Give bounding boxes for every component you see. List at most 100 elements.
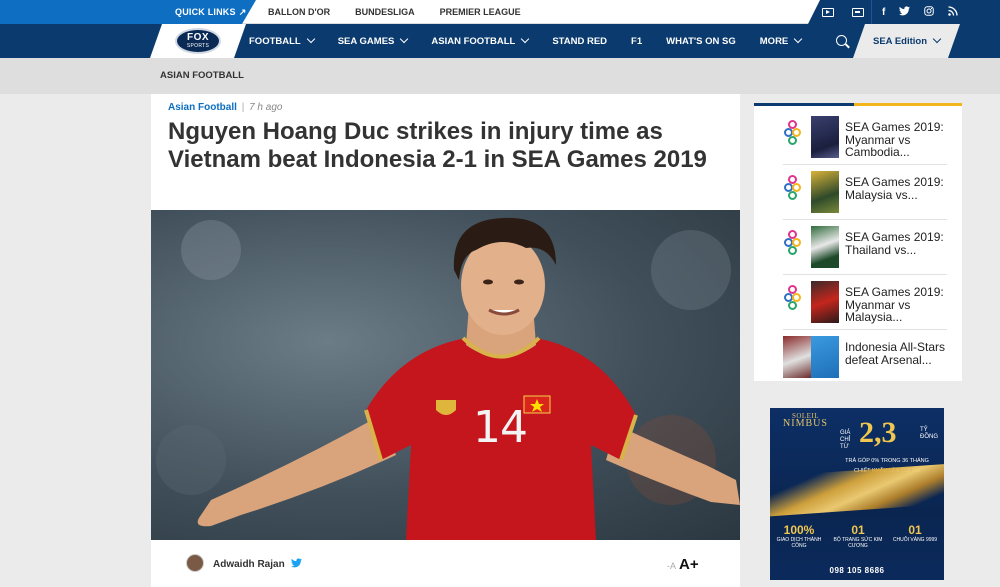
quick-link-premier-league[interactable]: PREMIER LEAGUE <box>440 7 521 17</box>
utility-right-panel: f <box>808 0 1000 24</box>
twitter-icon[interactable] <box>899 5 911 19</box>
nav-item-label: SEA GAMES <box>337 35 395 47</box>
breadcrumb[interactable]: ASIAN FOOTBALL <box>160 70 244 81</box>
decrease-font-button[interactable]: -A <box>667 561 676 571</box>
thumbnail <box>783 226 839 268</box>
sea-games-logo-icon <box>783 173 803 211</box>
twitter-icon[interactable] <box>291 558 302 571</box>
author-name[interactable]: Adwaidh Rajan <box>213 559 285 570</box>
ad-stat-value: 01 <box>851 523 865 537</box>
ad-stat-value: 100% <box>783 523 815 537</box>
article-category-link[interactable]: Asian Football <box>168 102 237 113</box>
jersey-number: 14 <box>473 402 528 453</box>
quick-link-ballon-dor[interactable]: BALLON D'OR <box>268 7 330 17</box>
ad-stat-value: 01 <box>908 523 922 537</box>
avatar <box>186 554 204 572</box>
related-articles-sidebar: SEA Games 2019: Myanmar vs Cambodia... S… <box>754 103 962 381</box>
list-item[interactable]: SEA Games 2019: Malaysia vs... <box>783 165 947 220</box>
thumbnail-photo <box>811 171 839 213</box>
facebook-icon[interactable]: f <box>882 7 885 18</box>
quick-link-bundesliga[interactable]: BUNDESLIGA <box>355 7 415 17</box>
nav-item-label: STAND RED <box>552 35 608 47</box>
thumbnail-photo <box>811 116 839 158</box>
ad-stat: 01 BỘ TRANG SỨC KIM CƯƠNG <box>832 523 884 550</box>
article-title: SEA Games 2019: Thailand vs... <box>845 230 944 257</box>
nav-item-stand-red[interactable]: STAND RED <box>552 36 607 47</box>
tv-icon[interactable] <box>852 7 864 17</box>
thumbnail <box>783 336 839 378</box>
thumbnail-photo <box>811 336 839 378</box>
gold-wave-decoration <box>770 463 944 517</box>
sea-games-logo-icon <box>783 283 803 321</box>
ad-price-unit: TỶ ĐỒNG <box>920 427 938 440</box>
thumbnail-photo <box>811 281 839 323</box>
list-item[interactable]: SEA Games 2019: Thailand vs... <box>783 220 947 275</box>
utility-bar: QUICK LINKS ↗ BALLON D'OR BUNDESLIGA PRE… <box>0 0 1000 24</box>
ad-price-label: GIÁ CHỈ TỪ <box>840 430 851 450</box>
thumbnail-photo <box>811 226 839 268</box>
article-title: SEA Games 2019: Malaysia vs... <box>845 175 944 202</box>
video-play-icon[interactable] <box>822 7 834 17</box>
nav-item-sea-games[interactable]: SEA GAMES <box>337 34 409 47</box>
ad-price: 2,3 <box>859 416 897 449</box>
section-header: ASIAN FOOTBALL <box>0 58 1000 94</box>
chevron-down-icon <box>521 34 530 44</box>
author-row: Adwaidh Rajan -A A+ <box>151 550 740 587</box>
font-size-controls: -A A+ <box>667 556 699 573</box>
fox-sports-logo-link[interactable]: FOX SPORTS <box>150 24 246 58</box>
footballer-celebration-illustration <box>156 217 740 540</box>
ad-stat-text: BỘ TRANG SỨC KIM CƯƠNG <box>833 537 883 549</box>
list-item[interactable]: Indonesia All-Stars defeat Arsenal... <box>783 330 947 385</box>
nav-item-label: WHAT'S ON SG <box>666 35 736 47</box>
quick-links-button[interactable]: QUICK LINKS ↗ <box>0 0 256 24</box>
list-item[interactable]: SEA Games 2019: Myanmar vs Malaysia... <box>783 275 947 330</box>
logo-fox-text: FOX <box>186 32 210 43</box>
edition-label: SEA Edition <box>873 35 928 47</box>
article-timestamp: 7 h ago <box>249 102 283 113</box>
ad-stat-text: CHUỖI VÀNG 9999 <box>892 537 938 543</box>
sea-games-logo-icon <box>783 228 803 266</box>
rss-icon[interactable] <box>948 5 958 19</box>
article-title: SEA Games 2019: Myanmar vs Cambodia... <box>845 120 944 159</box>
thumbnail <box>783 116 839 158</box>
nav-menu: FOOTBALL SEA GAMES ASIAN FOOTBALL STAND … <box>249 24 825 58</box>
logo-sports-text: SPORTS <box>186 43 210 49</box>
thumbnail-photo <box>783 336 811 378</box>
external-arrow-icon: ↗ <box>238 6 247 17</box>
chevron-down-icon <box>794 34 803 44</box>
thumbnail <box>783 171 839 213</box>
search-icon[interactable] <box>836 35 847 46</box>
meta-separator: | <box>241 102 245 113</box>
ad-stat: 01 CHUỖI VÀNG 9999 <box>890 523 940 544</box>
article: Asian Football | 7 h ago Nguyen Hoang Du… <box>151 94 740 587</box>
quick-links-label: QUICK LINKS <box>175 7 236 17</box>
chevron-down-icon <box>932 34 942 44</box>
increase-font-button[interactable]: A+ <box>679 556 699 573</box>
ad-stat: 100% GIAO DỊCH THÀNH CÔNG <box>774 523 824 550</box>
edition-selector[interactable]: SEA Edition <box>853 24 960 58</box>
nav-item-more[interactable]: MORE <box>759 34 803 47</box>
nav-item-label: MORE <box>759 35 789 47</box>
nav-item-label: F1 <box>631 35 643 47</box>
nav-item-label: FOOTBALL <box>249 35 301 47</box>
quick-links-list: BALLON D'OR BUNDESLIGA PREMIER LEAGUE <box>268 0 521 24</box>
instagram-icon[interactable] <box>924 5 935 19</box>
article-title: Indonesia All-Stars defeat Arsenal... <box>845 340 946 367</box>
divider <box>871 0 872 24</box>
chevron-down-icon <box>400 34 409 44</box>
ad-offer-line: TRẢ GÓP 0% TRONG 36 THÁNG <box>845 458 929 464</box>
list-item[interactable]: SEA Games 2019: Myanmar vs Cambodia... <box>783 110 947 165</box>
nav-item-f1[interactable]: F1 <box>631 36 642 47</box>
nav-item-label: ASIAN FOOTBALL <box>431 35 516 47</box>
article-meta: Asian Football | 7 h ago <box>168 102 282 113</box>
ad-stat-text: GIAO DỊCH THÀNH CÔNG <box>776 537 822 549</box>
sea-games-logo-icon <box>783 118 803 156</box>
nav-item-football[interactable]: FOOTBALL <box>249 34 315 47</box>
nav-item-whats-on-sg[interactable]: WHAT'S ON SG <box>666 36 736 47</box>
nav-item-asian-football[interactable]: ASIAN FOOTBALL <box>431 34 530 47</box>
thumbnail <box>783 281 839 323</box>
chevron-down-icon <box>306 34 315 44</box>
ad-phone: 098 105 8686 <box>829 566 885 575</box>
main-navigation: FOX SPORTS FOOTBALL SEA GAMES ASIAN FOOT… <box>0 24 1000 58</box>
advertisement-banner[interactable]: SOLEIL NIMBUS GIÁ CHỈ TỪ 2,3 TỶ ĐỒNG TRẢ… <box>770 408 944 580</box>
